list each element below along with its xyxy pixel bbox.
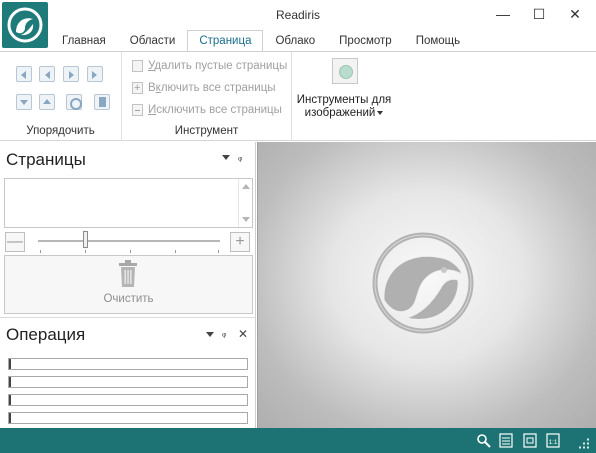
chevron-down-icon (377, 110, 384, 115)
page-width-icon[interactable] (499, 433, 513, 448)
previous-page-icon[interactable] (39, 66, 55, 82)
tab-help[interactable]: Помощь (404, 30, 472, 51)
tab-view[interactable]: Просмотр (327, 30, 404, 51)
pin-icon[interactable]: ᵩ (238, 152, 242, 163)
image-tools-icon[interactable] (332, 58, 358, 84)
zoom-out-button[interactable]: — (5, 232, 25, 252)
panel-divider (0, 317, 256, 318)
operation-progress-bar (8, 358, 248, 370)
pages-list[interactable] (4, 178, 253, 228)
resize-grip-icon[interactable] (578, 436, 590, 451)
image-tools-group[interactable]: Инструменты для изображений (292, 52, 396, 141)
clear-label: Очистить (103, 293, 154, 305)
tab-cloud[interactable]: Облако (263, 30, 327, 51)
arrange-group: Упорядочить (0, 52, 122, 141)
tab-home[interactable]: Главная (50, 30, 118, 51)
actual-size-icon[interactable]: 1:1 (546, 433, 560, 448)
status-bar: 1:1 (0, 428, 596, 453)
trash-icon (119, 260, 137, 287)
clear-button[interactable]: Очистить (4, 255, 253, 314)
search-icon[interactable] (476, 433, 491, 448)
readiris-logo-icon[interactable] (2, 2, 48, 48)
left-pane: Страницы ᵩ — + Очистить Операция ᵩ ✕ (0, 142, 256, 428)
image-tools-button[interactable]: Инструменты для изображений (292, 94, 396, 120)
arrange-group-label: Упорядочить (26, 125, 95, 137)
delete-empty-pages-button[interactable]: Удалить пустые страницы (132, 57, 287, 75)
move-page-up-icon[interactable] (39, 94, 55, 110)
operation-panel-title: Операция (6, 325, 86, 344)
title-bar: Readiris — ☐ ✕ (0, 0, 596, 30)
operation-progress-bar (8, 376, 248, 388)
move-page-down-icon[interactable] (16, 94, 32, 110)
minimize-button[interactable]: — (486, 2, 520, 26)
slider-tick (218, 250, 219, 253)
pages-scrollbar[interactable] (238, 179, 252, 227)
ribbon-tabs: Главная Области Страница Облако Просмотр… (50, 30, 472, 51)
chevron-down-icon[interactable] (206, 332, 214, 337)
maximize-button[interactable]: ☐ (522, 2, 556, 26)
page-settings-icon[interactable] (66, 94, 82, 110)
thumbnail-size-slider[interactable] (38, 240, 220, 242)
tools-group-label: Инструмент (174, 125, 239, 137)
readiris-watermark-icon (372, 232, 474, 334)
include-page-icon (132, 79, 143, 97)
tab-areas[interactable]: Области (118, 30, 188, 51)
close-button[interactable]: ✕ (558, 2, 592, 26)
pin-icon[interactable]: ᵩ (222, 328, 226, 339)
delete-page-icon (132, 60, 143, 72)
include-all-pages-button[interactable]: Включить все страницы (132, 79, 276, 97)
slider-tick (175, 250, 176, 253)
document-workspace[interactable] (257, 142, 596, 428)
image-tools-label-1: Инструменты для (296, 94, 392, 106)
scroll-up-icon[interactable] (242, 184, 250, 189)
chevron-down-icon[interactable] (222, 155, 230, 160)
fit-page-icon[interactable] (523, 433, 537, 448)
operation-progress-bar (8, 394, 248, 406)
last-page-icon[interactable] (87, 66, 103, 82)
tab-page[interactable]: Страница (187, 30, 264, 51)
zoom-in-button[interactable]: + (230, 232, 250, 252)
actual-size-label: 1:1 (548, 439, 557, 446)
operation-progress-bar (8, 412, 248, 424)
slider-thumb[interactable] (83, 231, 88, 248)
image-tools-label-2: изображений (304, 107, 376, 119)
scroll-down-icon[interactable] (242, 217, 250, 222)
close-panel-icon[interactable]: ✕ (238, 327, 248, 341)
slider-tick (130, 250, 131, 253)
pages-panel-title: Страницы (6, 150, 86, 169)
page-icon[interactable] (94, 94, 110, 110)
slider-tick (85, 250, 86, 253)
slider-tick (40, 250, 41, 253)
next-page-icon[interactable] (63, 66, 79, 82)
tools-group: Удалить пустые страницы Включить все стр… (122, 52, 292, 141)
first-page-icon[interactable] (16, 66, 32, 82)
exclude-all-pages-button[interactable]: Исключить все страницы (132, 101, 282, 119)
ribbon: Упорядочить Удалить пустые страницы Вклю… (0, 52, 596, 141)
exclude-page-icon (132, 104, 143, 116)
